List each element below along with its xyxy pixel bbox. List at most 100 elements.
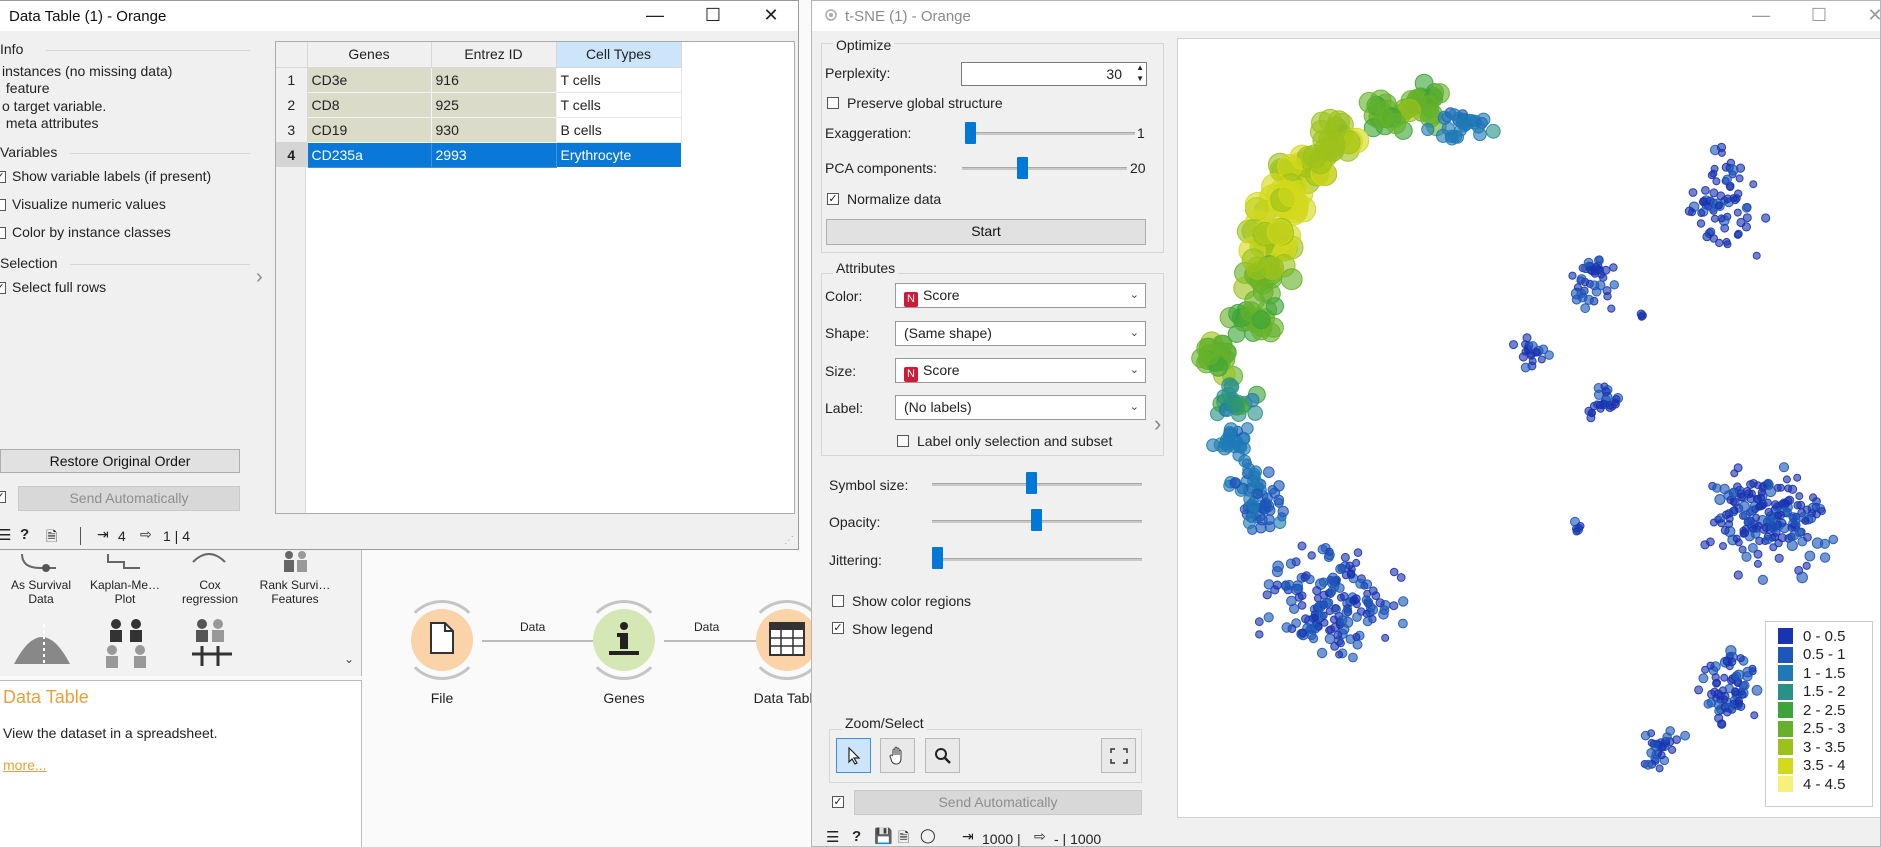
scatter-point[interactable] <box>1580 303 1591 314</box>
zoom-tool-button[interactable] <box>925 738 960 773</box>
select-rows-checkbox[interactable]: ✓ <box>0 282 6 294</box>
scatter-point[interactable] <box>1782 475 1791 484</box>
scatter-point[interactable] <box>1421 122 1435 137</box>
scatter-point[interactable] <box>1774 538 1783 548</box>
scatter-point[interactable] <box>1720 526 1730 535</box>
scatter-point[interactable] <box>1764 485 1777 498</box>
scatter-point[interactable] <box>1730 469 1739 478</box>
scatter-point[interactable] <box>1750 711 1759 720</box>
table-row[interactable]: 3 CD19 930 B cells <box>276 116 682 143</box>
scatter-point[interactable] <box>1336 639 1345 648</box>
resize-grip-icon[interactable]: ⋰ <box>784 535 794 546</box>
scatter-point[interactable] <box>1206 438 1220 453</box>
scatter-point[interactable] <box>1350 596 1360 605</box>
scatter-point[interactable] <box>1281 622 1292 633</box>
scatter-point[interactable] <box>1712 177 1721 186</box>
scatter-point[interactable] <box>1731 687 1740 696</box>
scatter-point[interactable] <box>1636 309 1646 319</box>
scatter-point[interactable] <box>1609 280 1619 290</box>
label-only-checkbox[interactable] <box>897 435 909 447</box>
scatter-point[interactable] <box>1308 633 1319 644</box>
scatter-point[interactable] <box>1703 699 1713 709</box>
scatter-point[interactable] <box>1733 208 1742 217</box>
scatter-point[interactable] <box>1819 538 1831 549</box>
tsne-plot[interactable]: 0 - 0.5 0.5 - 1 1 - 1.5 1.5 - 2 2 - 2.5 … <box>1177 38 1880 818</box>
spin-up-icon[interactable]: ▲ <box>1136 63 1144 72</box>
scatter-point[interactable] <box>1273 494 1285 506</box>
scatter-point[interactable] <box>1309 613 1319 623</box>
help-more-link[interactable]: more... <box>3 757 47 773</box>
row-number[interactable]: 3 <box>276 117 308 142</box>
reset-zoom-button[interactable] <box>1101 738 1136 773</box>
help-icon[interactable]: ? <box>20 526 29 543</box>
scatter-point[interactable] <box>1738 500 1750 512</box>
scatter-point[interactable] <box>1730 506 1739 515</box>
scatter-point[interactable] <box>1509 340 1518 350</box>
perplexity-spinbox[interactable]: 30 ▲ ▼ <box>961 62 1147 86</box>
symbol-size-slider-handle[interactable] <box>1026 472 1037 494</box>
scatter-point[interactable] <box>1753 481 1762 490</box>
scatter-point[interactable] <box>1389 601 1399 611</box>
row-number[interactable]: 1 <box>276 67 308 92</box>
scatter-point[interactable] <box>1198 344 1220 366</box>
scatter-point[interactable] <box>1802 561 1811 570</box>
scatter-point[interactable] <box>1320 618 1329 627</box>
node-file[interactable]: File <box>402 600 522 710</box>
scatter-point[interactable] <box>1719 542 1727 550</box>
scatter-point[interactable] <box>1330 615 1338 624</box>
scatter-point[interactable] <box>1733 570 1743 580</box>
scatter-point[interactable] <box>1768 521 1780 533</box>
table-row-selected[interactable]: 4 CD235a 2993 Erythrocyte <box>276 141 682 168</box>
scatter-point[interactable] <box>1786 539 1798 551</box>
scatter-point[interactable] <box>1373 107 1394 128</box>
column-header-cell-types[interactable]: Cell Types <box>556 42 682 68</box>
corner-header[interactable] <box>276 42 308 68</box>
scatter-point[interactable] <box>1640 730 1651 741</box>
scatter-point[interactable] <box>1732 194 1741 203</box>
scatter-point[interactable] <box>1263 466 1275 479</box>
scatter-point[interactable] <box>1327 586 1337 597</box>
color-regions-checkbox[interactable] <box>832 595 844 607</box>
scatter-point[interactable] <box>1429 83 1450 104</box>
scatter-point[interactable] <box>1345 561 1354 570</box>
scatter-point[interactable] <box>1771 500 1780 509</box>
scatter-point[interactable] <box>1341 571 1350 580</box>
exaggeration-slider-handle[interactable] <box>965 122 976 144</box>
scatter-point[interactable] <box>1788 512 1798 522</box>
scatter-point[interactable] <box>1755 502 1764 511</box>
scatter-point[interactable] <box>1538 344 1549 355</box>
scatter-point[interactable] <box>1711 673 1720 682</box>
scatter-point[interactable] <box>1742 213 1752 223</box>
scatter-point[interactable] <box>1263 514 1275 526</box>
scatter-point[interactable] <box>1352 558 1361 567</box>
scatter-point[interactable] <box>1272 560 1284 573</box>
scatter-point[interactable] <box>1609 263 1618 272</box>
minimize-icon[interactable]: — <box>1738 1 1784 31</box>
table-cell[interactable]: T cells <box>555 66 682 93</box>
scatter-point[interactable] <box>1302 144 1327 169</box>
stratify-icon[interactable] <box>188 618 236 668</box>
scatter-point[interactable] <box>1398 596 1409 607</box>
scatter-point[interactable] <box>1736 489 1746 499</box>
table-cell[interactable]: CD8 <box>306 91 432 118</box>
scatter-point[interactable] <box>1335 650 1344 659</box>
scatter-point[interactable] <box>1301 614 1310 624</box>
help-icon[interactable]: ? <box>852 828 861 845</box>
scatter-point[interactable] <box>1783 496 1793 506</box>
show-labels-checkbox[interactable]: ✓ <box>0 171 6 183</box>
scatter-point[interactable] <box>1696 219 1706 228</box>
toolbox-item-rank-features[interactable]: Rank Survi… Features <box>258 548 332 612</box>
scatter-point[interactable] <box>1749 180 1758 189</box>
scatter-point[interactable] <box>1251 476 1264 490</box>
scatter-point[interactable] <box>1537 355 1546 364</box>
scatter-point[interactable] <box>1607 304 1616 313</box>
pan-tool-button[interactable] <box>880 738 915 773</box>
scatter-point[interactable] <box>1795 492 1804 501</box>
scatter-point[interactable] <box>1722 656 1731 666</box>
table-cell[interactable]: 930 <box>430 116 557 143</box>
scatter-point[interactable] <box>1710 687 1719 697</box>
scatter-point[interactable] <box>1348 652 1358 663</box>
table-cell[interactable]: CD19 <box>306 116 432 143</box>
scatter-point[interactable] <box>1577 292 1588 303</box>
scatter-point[interactable] <box>1764 507 1774 517</box>
